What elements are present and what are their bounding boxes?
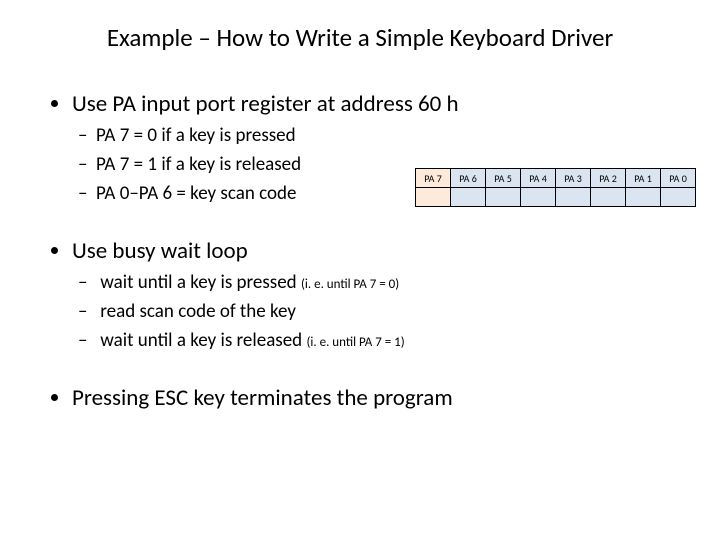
sub-item: wait until a key is pressed (i. e. until… bbox=[96, 271, 688, 294]
bit-cell: PA 4 bbox=[521, 169, 556, 188]
bit-cell-empty bbox=[416, 188, 451, 207]
bullet-text: Use PA input port register at address 60… bbox=[72, 90, 459, 118]
bit-cell: PA 1 bbox=[626, 169, 661, 188]
bit-table: PA 7 PA 6 PA 5 PA 4 PA 3 PA 2 PA 1 PA 0 bbox=[415, 168, 696, 207]
bullet-text: Pressing ESC key terminates the program bbox=[72, 384, 453, 412]
sub-item: PA 7 = 0 if a key is pressed bbox=[96, 124, 688, 147]
bit-cell-empty bbox=[521, 188, 556, 207]
sub-note: (i. e. until PA 7 = 1) bbox=[306, 335, 404, 350]
bullet-esc: Pressing ESC key terminates the program bbox=[72, 384, 688, 412]
bullet-busy-wait: Use busy wait loop wait until a key is p… bbox=[72, 237, 688, 352]
bit-cell: PA 5 bbox=[486, 169, 521, 188]
bit-cell-empty bbox=[486, 188, 521, 207]
bit-row-empty bbox=[416, 188, 696, 207]
bit-cell: PA 2 bbox=[591, 169, 626, 188]
bit-cell-empty bbox=[591, 188, 626, 207]
bit-cell: PA 3 bbox=[556, 169, 591, 188]
spacer bbox=[72, 223, 688, 237]
bit-cell-empty bbox=[556, 188, 591, 207]
sub-main: wait until a key is pressed bbox=[100, 271, 301, 294]
bit-cell-pa7: PA 7 bbox=[416, 169, 451, 188]
sub-main: read scan code of the key bbox=[100, 300, 296, 323]
bit-cell-empty bbox=[626, 188, 661, 207]
sub-item: wait until a key is released (i. e. unti… bbox=[96, 329, 688, 352]
bullet-list: Use PA input port register at address 60… bbox=[48, 90, 688, 412]
bullet-text: Use busy wait loop bbox=[72, 237, 248, 265]
slide: Example – How to Write a Simple Keyboard… bbox=[0, 0, 720, 540]
bit-cell-empty bbox=[661, 188, 696, 207]
sub-item: read scan code of the key bbox=[96, 300, 688, 323]
bit-cell-empty bbox=[451, 188, 486, 207]
spacer bbox=[72, 370, 688, 384]
bit-cell: PA 0 bbox=[661, 169, 696, 188]
sub-main: wait until a key is released bbox=[100, 329, 306, 352]
sub-list-2: wait until a key is pressed (i. e. until… bbox=[72, 271, 688, 352]
bit-row-labels: PA 7 PA 6 PA 5 PA 4 PA 3 PA 2 PA 1 PA 0 bbox=[416, 169, 696, 188]
sub-note: (i. e. until PA 7 = 0) bbox=[301, 277, 399, 292]
bit-cell: PA 6 bbox=[451, 169, 486, 188]
slide-content: Use PA input port register at address 60… bbox=[48, 90, 688, 418]
slide-title: Example – How to Write a Simple Keyboard… bbox=[0, 22, 720, 53]
